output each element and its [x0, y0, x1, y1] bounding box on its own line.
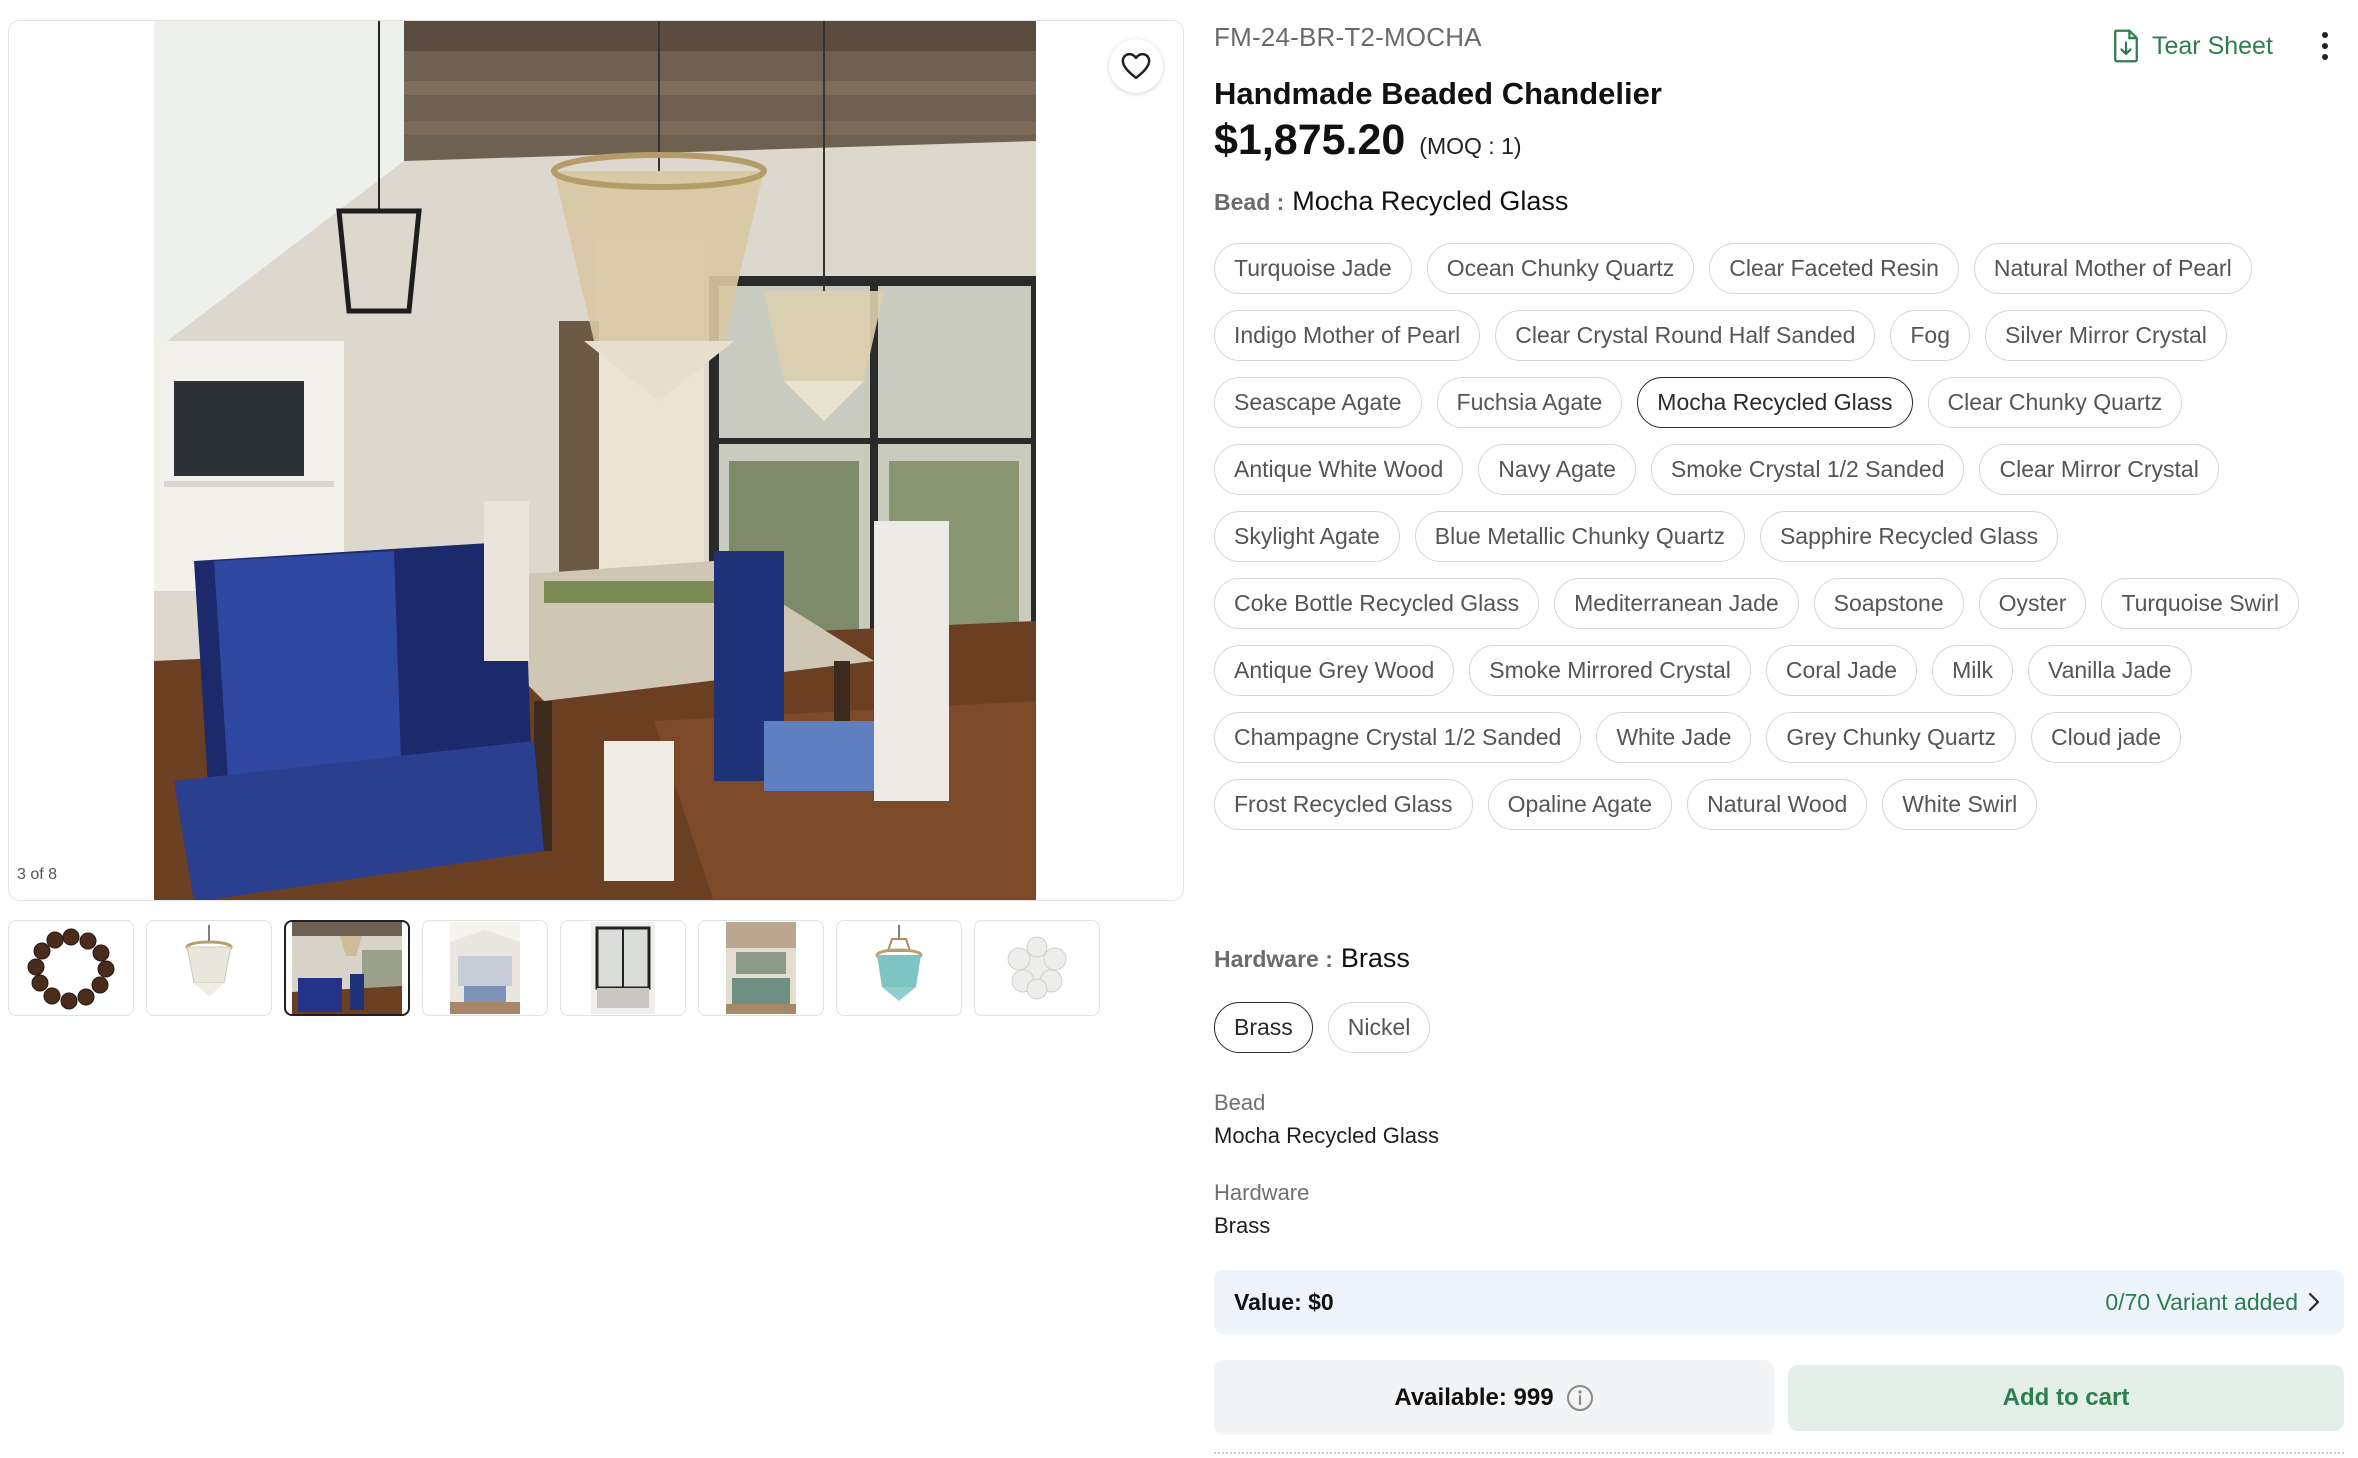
dining-room-photo-icon [292, 922, 402, 1014]
thumbnail-2[interactable] [146, 920, 272, 1016]
bead-summary: Bead Mocha Recycled Glass [1214, 1090, 1439, 1149]
bead-option-frost-recycled-glass[interactable]: Frost Recycled Glass [1214, 779, 1473, 830]
value-bar: Value: $0 0/70 Variant added [1214, 1270, 2344, 1334]
bead-label: Bead : [1214, 189, 1285, 215]
value-total: Value: $0 [1234, 1288, 1334, 1315]
thumbnail-6[interactable] [698, 920, 824, 1016]
bead-option-fuchsia-agate[interactable]: Fuchsia Agate [1436, 377, 1623, 428]
hardware-section-label: Hardware : Brass [1214, 943, 1410, 974]
bead-option-coke-bottle-recycled-glass[interactable]: Coke Bottle Recycled Glass [1214, 578, 1540, 629]
bead-options: Turquoise Jade Ocean Chunky Quartz Clear F… [1214, 243, 2344, 830]
main-product-image[interactable]: 3 of 8 [8, 20, 1184, 901]
thumbnail-3[interactable] [284, 920, 410, 1016]
bead-option-cloud-jade[interactable]: Cloud jade [2031, 712, 2181, 763]
thumbnail-strip [8, 920, 1100, 1016]
bead-option-natural-mother-of-pearl[interactable]: Natural Mother of Pearl [1973, 243, 2252, 294]
thumbnail-5[interactable] [560, 920, 686, 1016]
variants-added-label: 0/70 Variant added [2105, 1288, 2298, 1315]
hardware-selected-value: Brass [1340, 943, 1410, 973]
bead-option-oyster[interactable]: Oyster [1978, 578, 2087, 629]
bead-option-silver-mirror-crystal[interactable]: Silver Mirror Crystal [1985, 310, 2227, 361]
bead-option-clear-crystal-round-half-sanded[interactable]: Clear Crystal Round Half Sanded [1495, 310, 1876, 361]
bead-option-smoke-crystal-1-2-sanded[interactable]: Smoke Crystal 1/2 Sanded [1650, 444, 1965, 495]
bead-option-vanilla-jade[interactable]: Vanilla Jade [2027, 645, 2192, 696]
living-room-photo-icon [450, 922, 520, 1014]
hardware-option-nickel[interactable]: Nickel [1327, 1002, 1431, 1053]
bead-option-white-swirl[interactable]: White Swirl [1882, 779, 2038, 830]
bead-summary-value: Mocha Recycled Glass [1214, 1123, 1439, 1148]
available-quantity: Available: 999 [1394, 1383, 1554, 1411]
bead-option-white-jade[interactable]: White Jade [1596, 712, 1752, 763]
bead-strand-icon [27, 928, 115, 1010]
bead-option-indigo-mother-of-pearl[interactable]: Indigo Mother of Pearl [1214, 310, 1481, 361]
bead-option-navy-agate[interactable]: Navy Agate [1478, 444, 1636, 495]
bead-option-natural-wood[interactable]: Natural Wood [1687, 779, 1868, 830]
bead-section-label: Bead : Mocha Recycled Glass [1214, 186, 1568, 217]
availability-box: Available: 999 [1214, 1360, 1774, 1435]
info-icon[interactable] [1566, 1384, 1594, 1412]
bead-option-antique-white-wood[interactable]: Antique White Wood [1214, 444, 1464, 495]
bead-option-mocha-recycled-glass[interactable]: Mocha Recycled Glass [1637, 377, 1913, 428]
divider [1214, 1452, 2344, 1454]
bead-option-grey-chunky-quartz[interactable]: Grey Chunky Quartz [1766, 712, 2017, 763]
dining-room-photo [154, 21, 1036, 900]
thumbnail-7[interactable] [836, 920, 962, 1016]
interior-window-photo-icon [591, 922, 655, 1014]
bead-option-opaline-agate[interactable]: Opaline Agate [1487, 779, 1673, 830]
bead-option-seascape-agate[interactable]: Seascape Agate [1214, 377, 1422, 428]
beaded-chandelier-turquoise-icon [875, 925, 923, 1001]
bead-option-fog[interactable]: Fog [1890, 310, 1970, 361]
bead-option-blue-metallic-chunky-quartz[interactable]: Blue Metallic Chunky Quartz [1414, 511, 1745, 562]
add-to-cart-button[interactable]: Add to cart [1788, 1365, 2344, 1431]
kebab-menu-icon [2322, 32, 2328, 60]
bead-selected-value: Mocha Recycled Glass [1292, 186, 1569, 216]
minimum-order-quantity: (MOQ : 1) [1419, 133, 1522, 159]
variants-added-link[interactable]: 0/70 Variant added [2105, 1289, 2320, 1316]
tear-sheet-button[interactable]: Tear Sheet [2112, 26, 2273, 66]
bead-option-clear-chunky-quartz[interactable]: Clear Chunky Quartz [1927, 377, 2183, 428]
hardware-summary: Hardware Brass [1214, 1180, 1309, 1239]
beaded-chandelier-clear-icon [185, 925, 233, 997]
bead-option-clear-mirror-crystal[interactable]: Clear Mirror Crystal [1979, 444, 2219, 495]
hardware-summary-label: Hardware [1214, 1180, 1310, 1205]
price-row: $1,875.20 (MOQ : 1) [1214, 116, 1522, 165]
image-counter: 3 of 8 [17, 866, 58, 883]
kitchen-photo-icon [726, 922, 796, 1014]
bead-option-turquoise-jade[interactable]: Turquoise Jade [1214, 243, 1412, 294]
thumbnail-1[interactable] [8, 920, 134, 1016]
bead-option-turquoise-swirl[interactable]: Turquoise Swirl [2101, 578, 2300, 629]
document-download-icon [2114, 29, 2138, 63]
tear-sheet-label: Tear Sheet [2152, 31, 2273, 60]
more-options-button[interactable] [2310, 26, 2340, 66]
bead-option-antique-grey-wood[interactable]: Antique Grey Wood [1214, 645, 1455, 696]
bead-option-skylight-agate[interactable]: Skylight Agate [1214, 511, 1400, 562]
thumbnail-8[interactable] [974, 920, 1100, 1016]
chevron-right-icon [2308, 1292, 2320, 1312]
bead-option-ocean-chunky-quartz[interactable]: Ocean Chunky Quartz [1426, 243, 1695, 294]
product-price: $1,875.20 [1214, 116, 1406, 164]
hardware-summary-value: Brass [1214, 1213, 1271, 1238]
bead-option-smoke-mirrored-crystal[interactable]: Smoke Mirrored Crystal [1469, 645, 1751, 696]
product-title: Handmade Beaded Chandelier [1214, 76, 1662, 111]
product-sku: FM-24-BR-T2-MOCHA [1214, 22, 1482, 52]
thumbnail-4[interactable] [422, 920, 548, 1016]
bead-option-champagne-crystal-1-2-sanded[interactable]: Champagne Crystal 1/2 Sanded [1214, 712, 1582, 763]
bead-summary-label: Bead [1214, 1090, 1266, 1115]
bead-option-sapphire-recycled-glass[interactable]: Sapphire Recycled Glass [1759, 511, 2059, 562]
heart-icon [1121, 52, 1151, 80]
bead-option-clear-faceted-resin[interactable]: Clear Faceted Resin [1709, 243, 1959, 294]
pearl-beads-cluster-icon [1007, 936, 1067, 1000]
bead-option-mediterranean-jade[interactable]: Mediterranean Jade [1554, 578, 1799, 629]
hardware-options: Brass Nickel [1214, 1002, 2344, 1053]
favorite-button[interactable] [1109, 39, 1163, 93]
bead-option-coral-jade[interactable]: Coral Jade [1765, 645, 1918, 696]
hardware-option-brass[interactable]: Brass [1214, 1002, 1313, 1053]
bead-option-soapstone[interactable]: Soapstone [1813, 578, 1964, 629]
bead-option-milk[interactable]: Milk [1932, 645, 2013, 696]
hardware-label: Hardware : [1214, 946, 1333, 972]
